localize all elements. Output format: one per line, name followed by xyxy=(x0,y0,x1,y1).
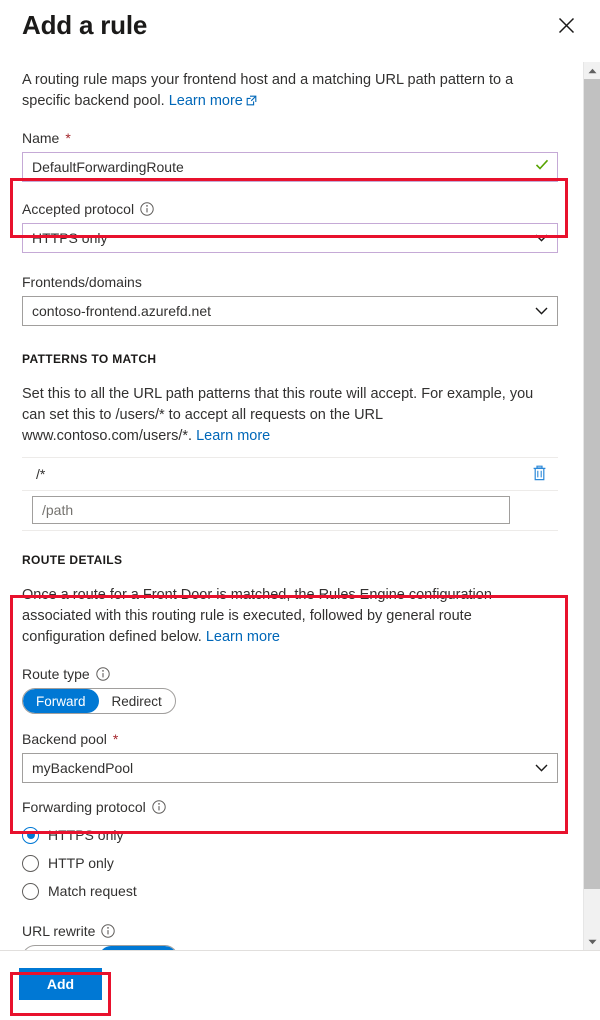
backend-pool-label-text: Backend pool xyxy=(22,730,107,748)
frontends-value: contoso-frontend.azurefd.net xyxy=(32,303,211,319)
backend-pool-value: myBackendPool xyxy=(32,760,133,776)
radio-icon xyxy=(22,827,39,844)
backend-pool-select-wrapper: myBackendPool xyxy=(22,753,558,783)
patterns-help-body: Set this to all the URL path patterns th… xyxy=(22,386,533,444)
radio-icon xyxy=(22,883,39,900)
info-icon[interactable] xyxy=(140,202,154,216)
patterns-list: /* xyxy=(22,457,558,531)
blade-header: Add a rule xyxy=(0,0,600,56)
name-field-group: Name * xyxy=(22,129,560,182)
name-input[interactable] xyxy=(22,152,558,182)
accepted-protocol-value: HTTPS only xyxy=(32,230,107,246)
blade-footer: Add xyxy=(0,950,600,1020)
frontends-label: Frontends/domains xyxy=(22,273,560,291)
required-marker: * xyxy=(113,730,118,748)
backend-pool-group: Backend pool * myBackendPool xyxy=(22,730,560,783)
url-rewrite-label: URL rewrite xyxy=(22,922,560,940)
pattern-value: /* xyxy=(36,466,531,482)
blade-description: A routing rule maps your frontend host a… xyxy=(22,70,542,113)
form-content: A routing rule maps your frontend host a… xyxy=(0,70,600,950)
radio-label: HTTP only xyxy=(48,855,114,871)
scroll-down-button[interactable] xyxy=(584,933,600,950)
add-button[interactable]: Add xyxy=(19,968,102,1000)
info-icon[interactable] xyxy=(152,800,166,814)
route-type-option-forward[interactable]: Forward xyxy=(23,689,99,713)
backend-pool-label: Backend pool * xyxy=(22,730,560,748)
learn-more-link[interactable]: Learn more xyxy=(169,93,243,109)
backend-pool-select[interactable]: myBackendPool xyxy=(22,753,558,783)
scroll-up-button[interactable] xyxy=(584,62,600,79)
info-icon[interactable] xyxy=(96,667,110,681)
info-icon[interactable] xyxy=(101,924,115,938)
route-details-section-title: ROUTE DETAILS xyxy=(22,553,560,567)
radio-label: Match request xyxy=(48,883,137,899)
close-icon xyxy=(558,17,575,34)
delete-pattern-button[interactable] xyxy=(531,464,558,485)
frontends-select-wrapper: contoso-frontend.azurefd.net xyxy=(22,296,558,326)
required-marker: * xyxy=(65,129,70,147)
pattern-row: /* xyxy=(22,457,558,491)
accepted-protocol-label: Accepted protocol xyxy=(22,200,560,218)
vertical-scrollbar[interactable] xyxy=(583,62,600,950)
accepted-protocol-label-text: Accepted protocol xyxy=(22,200,134,218)
patterns-section-title: PATTERNS TO MATCH xyxy=(22,352,560,366)
frontends-select[interactable]: contoso-frontend.azurefd.net xyxy=(22,296,558,326)
accepted-protocol-group: Accepted protocol HTTPS only xyxy=(22,200,560,253)
frontends-group: Frontends/domains contoso-frontend.azure… xyxy=(22,273,560,326)
radio-label: HTTPS only xyxy=(48,827,123,843)
forwarding-protocol-radio-http-only[interactable]: HTTP only xyxy=(22,849,560,877)
forwarding-protocol-group: Forwarding protocol HTTPS only HTTP only xyxy=(22,798,560,905)
new-pattern-row xyxy=(22,491,558,531)
url-rewrite-label-text: URL rewrite xyxy=(22,922,95,940)
accepted-protocol-select-wrapper: HTTPS only xyxy=(22,223,558,253)
route-type-group: Route type Forward Redirect xyxy=(22,665,560,714)
route-details-learn-more-link[interactable]: Learn more xyxy=(206,629,280,645)
trash-icon xyxy=(531,464,548,485)
caret-down-icon xyxy=(588,939,597,945)
route-type-label-text: Route type xyxy=(22,665,90,683)
route-details-help-text: Once a route for a Front Door is matched… xyxy=(22,585,542,648)
forwarding-protocol-label-text: Forwarding protocol xyxy=(22,798,146,816)
route-type-option-redirect[interactable]: Redirect xyxy=(99,689,175,713)
forwarding-protocol-radio-match-request[interactable]: Match request xyxy=(22,877,560,905)
name-label-text: Name xyxy=(22,129,59,147)
page-title: Add a rule xyxy=(22,8,580,42)
radio-icon xyxy=(22,855,39,872)
scrollbar-thumb[interactable] xyxy=(584,79,600,889)
patterns-learn-more-link[interactable]: Learn more xyxy=(196,428,270,444)
name-input-wrapper xyxy=(22,152,558,182)
blade-scroll-area: A routing rule maps your frontend host a… xyxy=(0,56,600,950)
caret-up-icon xyxy=(588,68,597,74)
forwarding-protocol-label: Forwarding protocol xyxy=(22,798,560,816)
new-pattern-input[interactable] xyxy=(32,496,510,524)
url-rewrite-group: URL rewrite Enabled Disabled xyxy=(22,922,560,950)
accepted-protocol-select[interactable]: HTTPS only xyxy=(22,223,558,253)
patterns-help-text: Set this to all the URL path patterns th… xyxy=(22,384,542,447)
route-type-toggle: Forward Redirect xyxy=(22,688,176,714)
route-type-label: Route type xyxy=(22,665,560,683)
external-link-icon xyxy=(246,92,257,113)
frontends-label-text: Frontends/domains xyxy=(22,273,142,291)
scrollbar-track[interactable] xyxy=(584,79,600,933)
forwarding-protocol-radio-https-only[interactable]: HTTPS only xyxy=(22,821,560,849)
blade-description-text: A routing rule maps your frontend host a… xyxy=(22,72,513,109)
close-button[interactable] xyxy=(550,9,582,41)
name-label: Name * xyxy=(22,129,560,147)
